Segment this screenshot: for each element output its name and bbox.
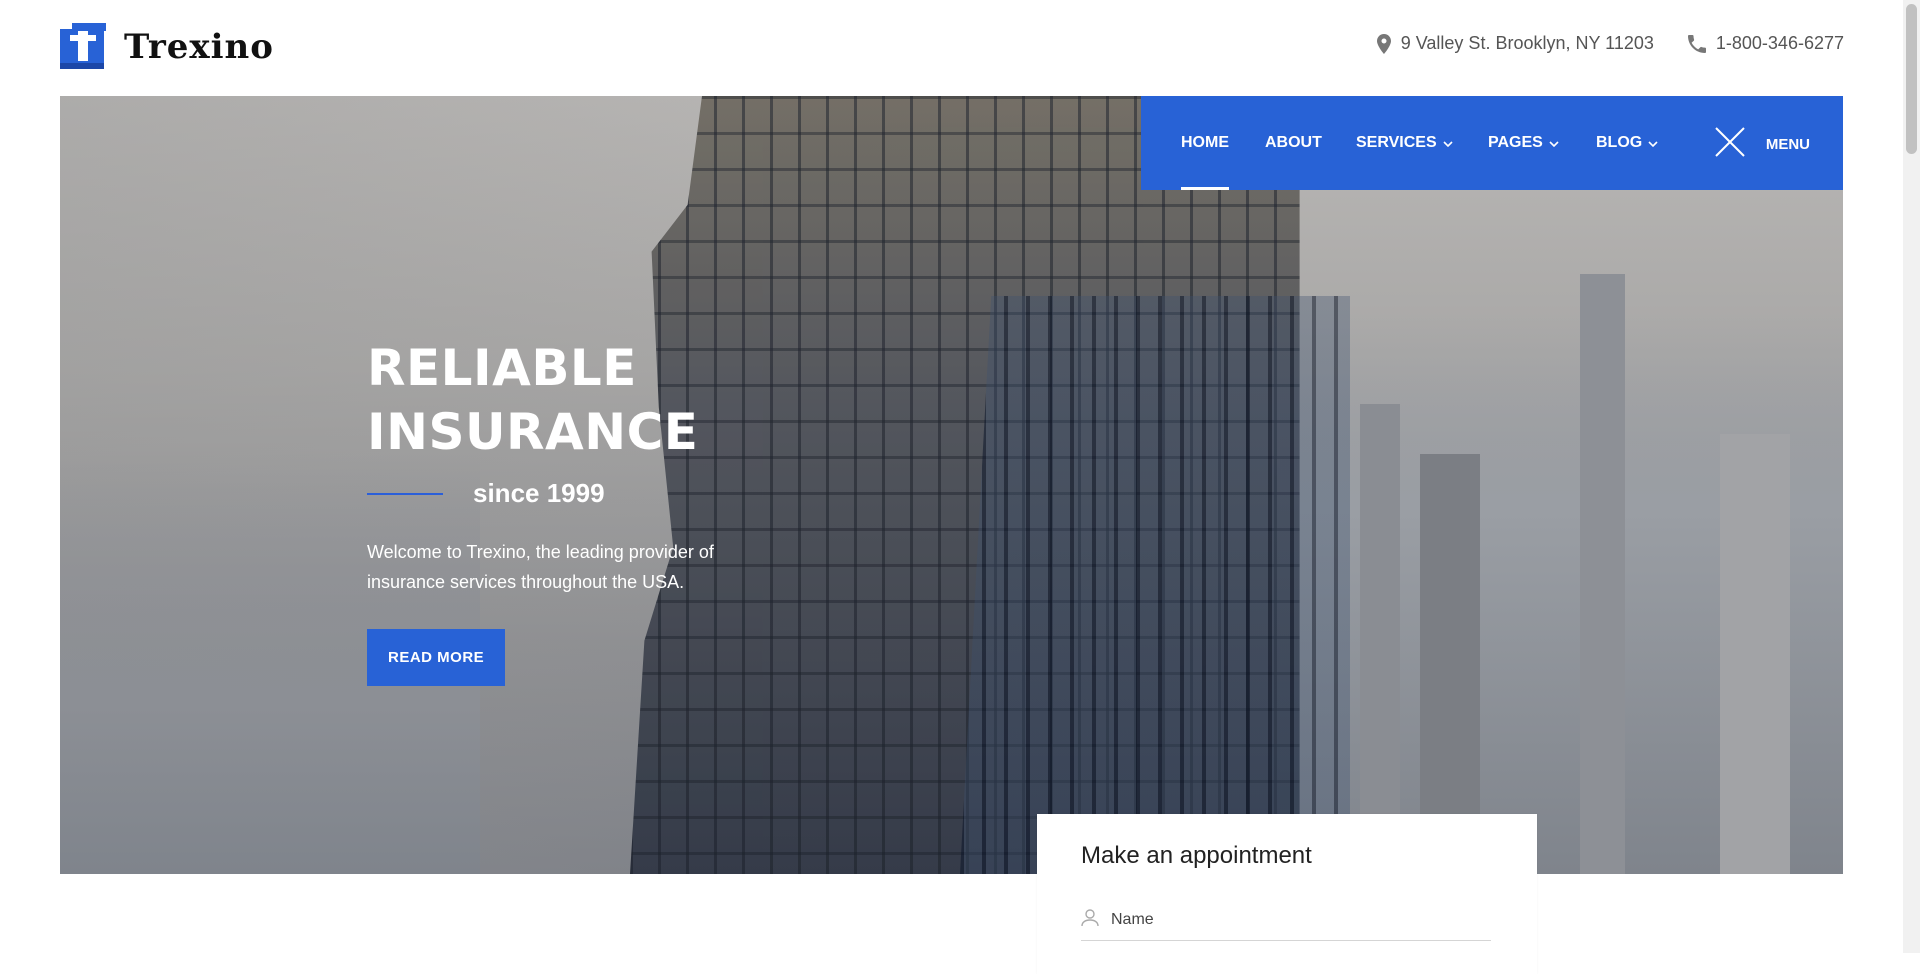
chevron-down-icon (1648, 134, 1658, 152)
site-logo[interactable]: Trexino (60, 22, 274, 72)
name-input[interactable] (1111, 911, 1471, 929)
hero-content: RELIABLE INSURANCE since 1999 Welcome to… (367, 336, 747, 686)
distant-building (1580, 274, 1625, 874)
nav-item-label: ABOUT (1265, 134, 1322, 151)
phone-text: 1-800-346-6277 (1715, 33, 1844, 53)
since-row: since 1999 (367, 478, 747, 509)
hero-title-line2: INSURANCE (367, 403, 699, 461)
nav-item-label: BLOG (1596, 134, 1643, 151)
address-contact: 9 Valley St. Brooklyn, NY 11203 (1376, 33, 1654, 54)
nav-item-label: HOME (1181, 134, 1229, 151)
nav-item-blog[interactable]: BLOG (1596, 96, 1658, 190)
menu-button[interactable]: MENU (1714, 126, 1810, 162)
distant-building (1420, 454, 1480, 874)
since-text: since 1999 (473, 478, 605, 508)
name-field-wrapper (1081, 900, 1491, 941)
nav-item-services[interactable]: SERVICES (1356, 96, 1453, 190)
hero-banner: RELIABLE INSURANCE since 1999 Welcome to… (60, 96, 1843, 874)
main-nav: HOME ABOUT SERVICES PAGES BLOG MENU (1141, 96, 1843, 190)
phone-icon (1687, 34, 1706, 53)
nav-item-label: SERVICES (1356, 134, 1437, 151)
accent-divider (367, 492, 443, 495)
nav-item-label: PAGES (1488, 134, 1543, 151)
menu-label: MENU (1765, 135, 1810, 153)
chevron-down-icon (1549, 134, 1559, 152)
chevron-down-icon (1443, 134, 1453, 152)
hero-description: Welcome to Trexino, the leading provider… (367, 542, 714, 592)
address-text: 9 Valley St. Brooklyn, NY 11203 (1400, 33, 1654, 53)
appointment-card: Make an appointment (1037, 814, 1537, 974)
brand-name: Trexino (124, 27, 274, 67)
map-pin-icon (1376, 33, 1391, 54)
distant-building (1720, 434, 1790, 874)
logo-icon (60, 23, 108, 71)
header-contacts: 9 Valley St. Brooklyn, NY 11203 1-800-34… (1376, 33, 1844, 54)
nav-item-pages[interactable]: PAGES (1488, 96, 1559, 190)
read-more-button[interactable]: READ MORE (367, 629, 506, 686)
phone-contact[interactable]: 1-800-346-6277 (1687, 33, 1844, 54)
close-icon (1714, 126, 1746, 162)
nav-item-home[interactable]: HOME (1181, 96, 1229, 190)
hero-title: RELIABLE INSURANCE (367, 336, 747, 464)
hero-title-line1: RELIABLE (367, 339, 637, 397)
scrollbar-thumb[interactable] (1906, 4, 1917, 154)
user-icon (1081, 908, 1099, 932)
appointment-title: Make an appointment (1081, 842, 1312, 869)
skyscraper-facade (960, 296, 1350, 874)
nav-item-about[interactable]: ABOUT (1265, 96, 1322, 190)
page-scrollbar[interactable] (1903, 0, 1920, 953)
distant-building (1360, 404, 1400, 874)
